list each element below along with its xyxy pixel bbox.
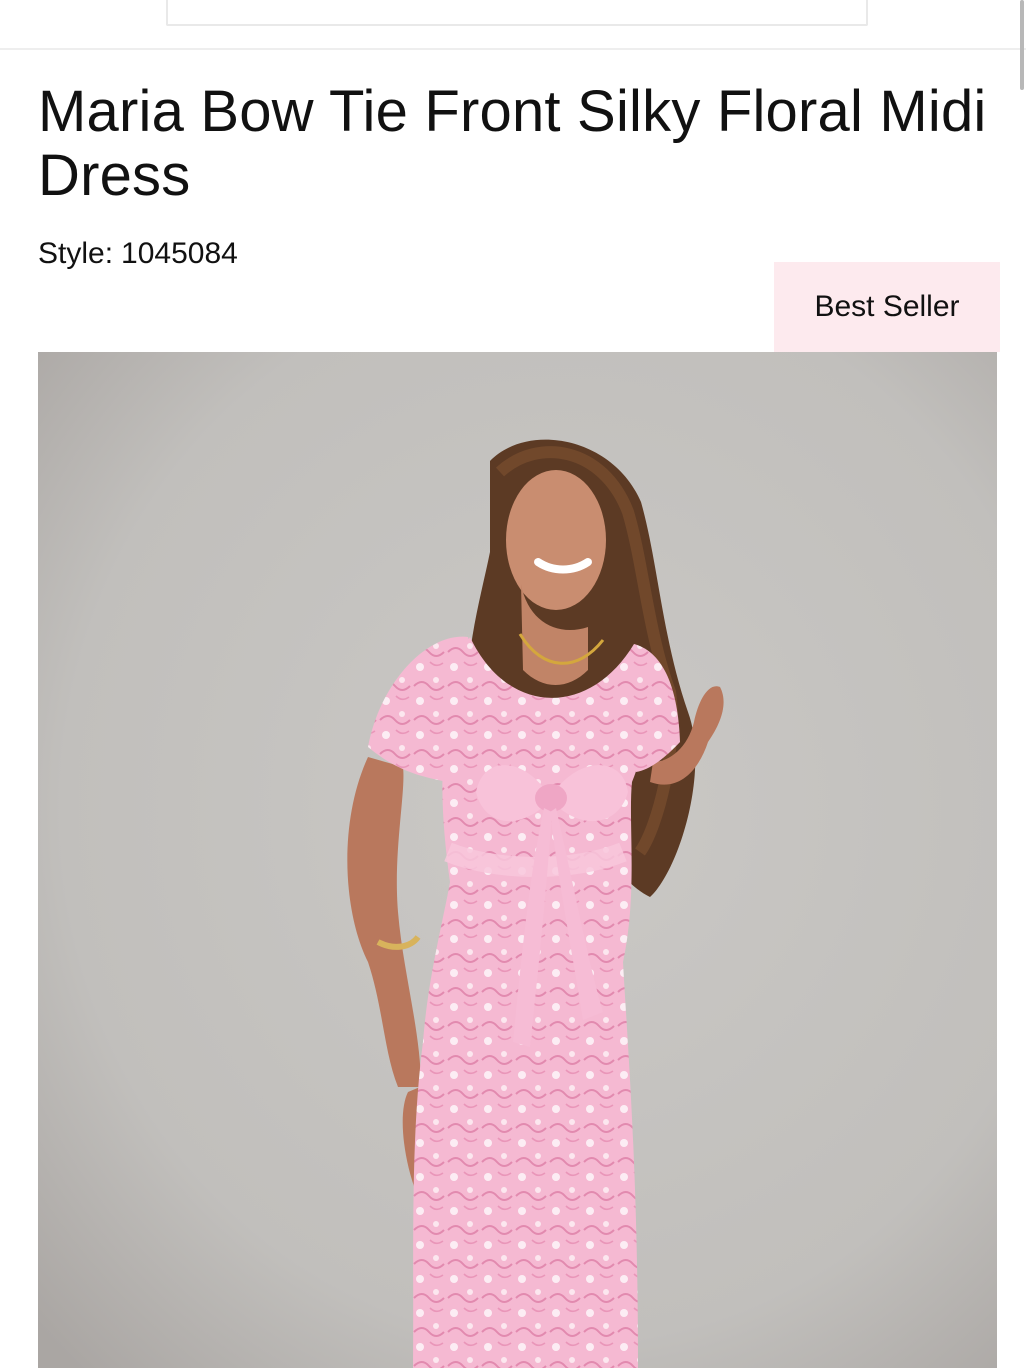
style-row: Style: 1045084: [38, 236, 238, 272]
product-page: Maria Bow Tie Front Silky Floral Midi Dr…: [0, 0, 1026, 1368]
product-title: Maria Bow Tie Front Silky Floral Midi Dr…: [38, 79, 987, 208]
badge-label: Best Seller: [814, 290, 960, 323]
search-bar-edge[interactable]: [166, 0, 868, 26]
style-number: 1045084: [121, 237, 238, 270]
product-photo-illustration: [38, 352, 997, 1368]
scrollbar[interactable]: [1020, 0, 1024, 90]
header-divider: [0, 48, 1026, 50]
style-label: Style:: [38, 237, 114, 270]
product-image[interactable]: [38, 352, 997, 1368]
best-seller-badge: Best Seller: [774, 262, 1000, 352]
